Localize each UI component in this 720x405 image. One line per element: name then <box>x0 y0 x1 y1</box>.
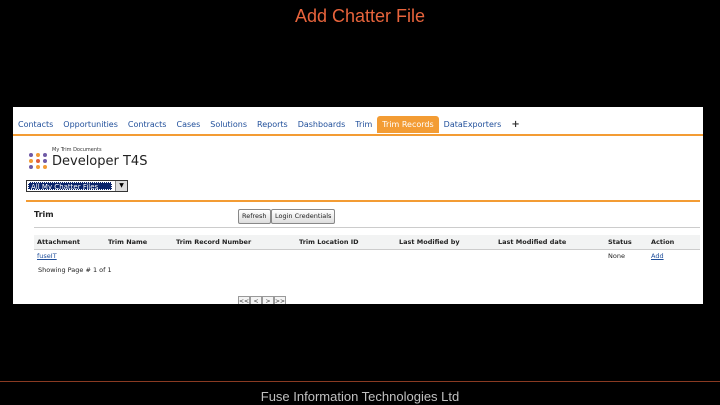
attachment-link[interactable]: fuseIT <box>37 252 57 260</box>
footer-divider <box>0 381 720 382</box>
col-trim-record-number[interactable]: Trim Record Number <box>176 238 251 246</box>
tab-trim-records[interactable]: Trim Records <box>377 116 439 133</box>
footer-text: Fuse Information Technologies Ltd <box>260 389 460 404</box>
last-page-button[interactable]: >> <box>274 296 286 304</box>
status-value: None <box>608 252 625 260</box>
col-trim-name[interactable]: Trim Name <box>108 238 147 246</box>
tab-contacts[interactable]: Contacts <box>13 116 58 133</box>
tab-contracts[interactable]: Contracts <box>123 116 172 133</box>
tab-reports[interactable]: Reports <box>252 116 293 133</box>
prev-page-button[interactable]: < <box>250 296 262 304</box>
tab-dashboards[interactable]: Dashboards <box>293 116 351 133</box>
tab-solutions[interactable]: Solutions <box>205 116 252 133</box>
add-tab-icon[interactable]: + <box>506 116 524 133</box>
tab-bar: Contacts Opportunities Contracts Cases S… <box>13 115 703 136</box>
panel-divider <box>26 200 700 202</box>
tab-data-exporters[interactable]: DataExporters <box>439 116 507 133</box>
col-action[interactable]: Action <box>651 238 674 246</box>
col-last-modified-date[interactable]: Last Modified date <box>498 238 566 246</box>
app-title: Developer T4S <box>52 154 148 169</box>
tab-trim[interactable]: Trim <box>350 116 377 133</box>
slide-title: Add Chatter File <box>294 6 426 26</box>
add-link[interactable]: Add <box>651 252 664 260</box>
app-logo-icon <box>29 153 49 169</box>
select-value: All My Chatter Files <box>28 182 112 190</box>
first-page-button[interactable]: << <box>238 296 250 304</box>
panel-title: Trim <box>34 210 54 219</box>
panel-separator <box>34 227 700 228</box>
col-trim-location-id[interactable]: Trim Location ID <box>299 238 359 246</box>
chevron-down-icon[interactable]: ▼ <box>115 181 127 191</box>
col-status[interactable]: Status <box>608 238 632 246</box>
app-subtitle: My Trim Documents <box>52 147 102 153</box>
login-credentials-button[interactable]: Login Credentials <box>271 209 336 224</box>
chatter-files-select[interactable]: All My Chatter Files ▼ <box>26 180 128 192</box>
paging-info: Showing Page # 1 of 1 <box>38 266 112 274</box>
col-attachment[interactable]: Attachment <box>37 238 80 246</box>
tab-cases[interactable]: Cases <box>171 116 205 133</box>
refresh-button[interactable]: Refresh <box>238 209 271 224</box>
screenshot: Contacts Opportunities Contracts Cases S… <box>13 107 703 304</box>
tab-opportunities[interactable]: Opportunities <box>58 116 123 133</box>
next-page-button[interactable]: > <box>262 296 274 304</box>
col-last-modified-by[interactable]: Last Modified by <box>399 238 460 246</box>
